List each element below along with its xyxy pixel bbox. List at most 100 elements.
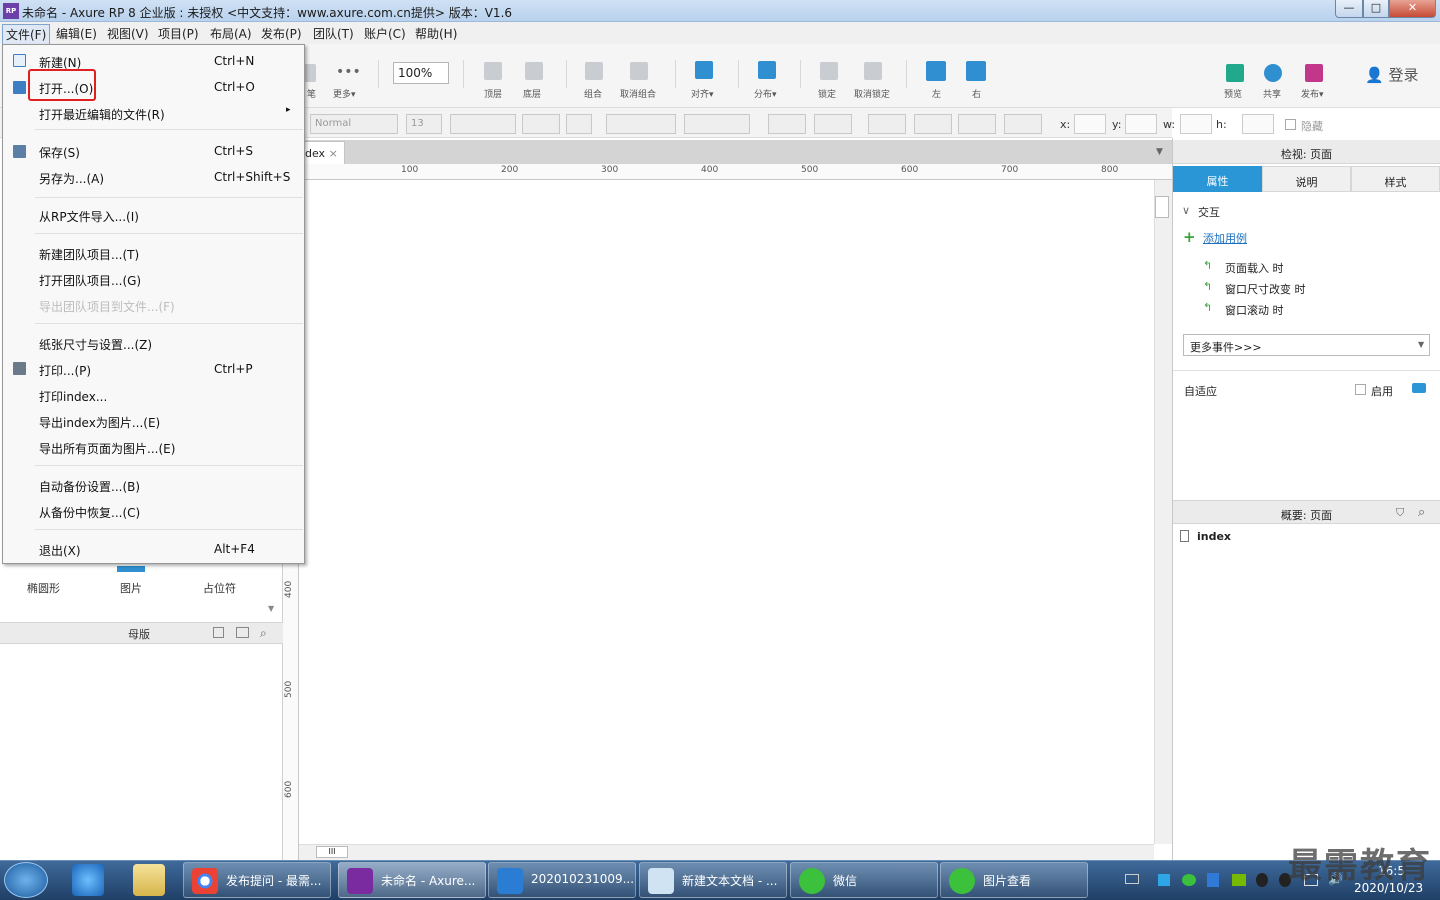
task-image-viewer[interactable]: 图片查看	[940, 862, 1088, 898]
minimize-button[interactable]: —	[1335, 0, 1363, 18]
menu-item-save[interactable]: 保存(S)	[39, 144, 80, 161]
tab-index[interactable]: dex ×	[300, 141, 345, 164]
align-icon[interactable]	[695, 61, 713, 79]
menu-edit[interactable]: 编辑(E)	[56, 25, 97, 42]
tab-notes[interactable]: 说明	[1262, 166, 1351, 192]
task-wechat[interactable]: 微信	[790, 862, 938, 898]
widget-placeholder[interactable]: 占位符	[203, 580, 236, 596]
event-window-resize[interactable]: 窗口尺寸改变 时	[1225, 281, 1306, 297]
menu-item-backup-settings[interactable]: 自动备份设置...(B)	[39, 478, 140, 495]
menu-publish[interactable]: 发布(P)	[261, 25, 302, 42]
internet-explorer-icon[interactable]	[72, 864, 104, 896]
tab-list-dropdown-icon[interactable]: ▼	[1156, 147, 1163, 157]
menu-view[interactable]: 视图(V)	[107, 25, 149, 42]
tab-close-icon[interactable]: ×	[329, 147, 338, 160]
text-style-buttons[interactable]	[450, 114, 516, 134]
style-select[interactable]: Normal	[310, 114, 398, 134]
scroll-down-icon[interactable]: ▼	[268, 604, 274, 613]
horizontal-scroll-thumb[interactable]: III	[316, 846, 348, 858]
menu-layout[interactable]: 布局(A)	[210, 25, 252, 42]
add-master-icon[interactable]	[213, 627, 224, 638]
bullet-list-button[interactable]	[566, 114, 592, 134]
chevron-down-icon[interactable]: ∨	[1182, 204, 1190, 217]
menu-item-print-index[interactable]: 打印index...	[39, 388, 107, 405]
more-label[interactable]: 更多▾	[333, 87, 356, 100]
menu-item-page-setup[interactable]: 纸张尺寸与设置...(Z)	[39, 336, 152, 353]
outline-page-index[interactable]: index	[1197, 530, 1231, 543]
unlock-icon[interactable]	[864, 62, 882, 80]
menu-item-export-index-image[interactable]: 导出index为图片...(E)	[39, 414, 160, 431]
event-page-load[interactable]: 页面载入 时	[1225, 260, 1284, 276]
menu-item-import-rp[interactable]: 从RP文件导入...(I)	[39, 208, 139, 225]
add-icon[interactable]: +	[1183, 228, 1196, 246]
adaptive-enable-checkbox[interactable]	[1355, 384, 1366, 395]
h-input[interactable]	[1242, 114, 1274, 134]
share-cloud-icon[interactable]	[1264, 64, 1282, 82]
right-panel-toggle-icon[interactable]	[966, 61, 986, 81]
event-window-scroll[interactable]: 窗口滚动 时	[1225, 302, 1284, 318]
task-document[interactable]: 20201023​1009...	[488, 862, 636, 898]
start-button[interactable]	[4, 862, 48, 898]
filter-icon[interactable]: ⛉	[1396, 506, 1404, 520]
design-canvas[interactable]	[299, 180, 1154, 844]
arrow-style-button[interactable]	[1004, 114, 1042, 134]
file-explorer-icon[interactable]	[133, 864, 165, 896]
publish-icon[interactable]	[1305, 64, 1323, 82]
more-icon[interactable]: •••	[336, 64, 361, 82]
hide-checkbox[interactable]	[1285, 119, 1296, 130]
group-icon[interactable]	[585, 62, 603, 80]
menu-project[interactable]: 项目(P)	[158, 25, 199, 42]
task-axure[interactable]: 未命名 - Axure...	[338, 862, 486, 898]
y-input[interactable]	[1125, 114, 1157, 134]
widget-ellipse[interactable]: 椭圆形	[27, 580, 60, 596]
login-button[interactable]: 👤 登录	[1365, 64, 1418, 85]
tray-wechat-icon[interactable]	[1182, 874, 1196, 886]
lock-icon[interactable]	[820, 62, 838, 80]
search-icon[interactable]: ⌕	[260, 626, 267, 641]
vertical-scrollbar[interactable]	[1154, 180, 1172, 844]
menu-file[interactable]: 文件(F)	[2, 24, 51, 45]
task-browser[interactable]: 发布提问 - 最需...	[183, 862, 331, 898]
maximize-button[interactable]: □	[1363, 0, 1389, 18]
bring-to-front-icon[interactable]	[484, 62, 502, 80]
widget-image[interactable]: 图片	[120, 580, 142, 596]
tab-style[interactable]: 样式	[1351, 166, 1440, 192]
left-panel-toggle-icon[interactable]	[926, 61, 946, 81]
menu-item-print[interactable]: 打印...(P)	[39, 362, 91, 379]
shield-icon[interactable]	[1207, 873, 1219, 887]
nvidia-icon[interactable]	[1232, 874, 1246, 886]
send-to-back-icon[interactable]	[525, 62, 543, 80]
line-color-button[interactable]	[868, 114, 906, 134]
preview-icon[interactable]	[1226, 64, 1244, 82]
line-style-button[interactable]	[958, 114, 996, 134]
vertical-scroll-thumb[interactable]	[1155, 196, 1169, 218]
adaptive-views-icon[interactable]	[1412, 383, 1426, 393]
add-case-link[interactable]: 添加用例	[1203, 230, 1247, 246]
menu-team[interactable]: 团队(T)	[313, 25, 354, 42]
menu-item-export-all-images[interactable]: 导出所有页面为图片...(E)	[39, 440, 175, 457]
search-icon[interactable]: ⌕	[1418, 505, 1425, 520]
more-events-select[interactable]: 更多事件>>>	[1183, 334, 1430, 356]
menu-help[interactable]: 帮助(H)	[415, 25, 457, 42]
menu-item-save-as[interactable]: 另存为...(A)	[39, 170, 104, 187]
menu-item-open-team-project[interactable]: 打开团队项目...(G)	[39, 272, 141, 289]
qq-icon[interactable]	[1256, 873, 1268, 887]
task-notepad[interactable]: 新建文本文档 - ...	[639, 862, 787, 898]
line-width-button[interactable]	[914, 114, 952, 134]
add-folder-icon[interactable]	[236, 627, 249, 638]
horizontal-scrollbar[interactable]	[299, 844, 1154, 860]
tray-player-icon[interactable]	[1158, 874, 1170, 886]
fill-color-button[interactable]	[768, 114, 806, 134]
distribute-icon[interactable]	[758, 61, 776, 79]
font-color-button[interactable]	[522, 114, 560, 134]
image-widget-icon[interactable]	[117, 566, 145, 572]
close-window-button[interactable]: ✕	[1389, 0, 1436, 18]
ungroup-icon[interactable]	[630, 62, 648, 80]
x-input[interactable]	[1074, 114, 1106, 134]
vertical-align-buttons[interactable]	[684, 114, 750, 134]
menu-item-new-team-project[interactable]: 新建团队项目...(T)	[39, 246, 139, 263]
menu-account[interactable]: 账户(C)	[364, 25, 406, 42]
publish-label[interactable]: 发布▾	[1301, 87, 1324, 100]
tab-properties[interactable]: 属性	[1173, 166, 1262, 192]
zoom-select[interactable]: 100%	[393, 62, 449, 84]
